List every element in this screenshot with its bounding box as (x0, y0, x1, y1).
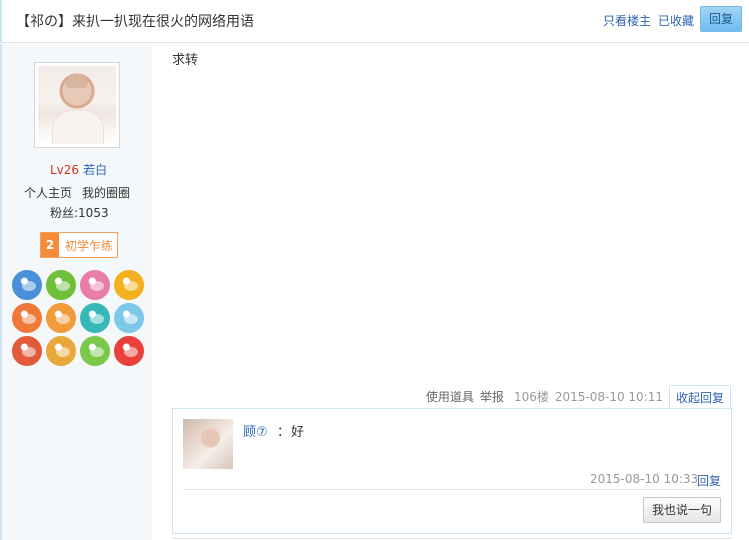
use-tool-link[interactable]: 使用道具 (426, 385, 474, 409)
duck-badge-icon[interactable] (114, 303, 144, 333)
circle-link[interactable]: 我的圈圈 (82, 186, 130, 200)
divider (172, 538, 732, 539)
comment-colon: ： (277, 425, 291, 440)
report-link[interactable]: 举报 (480, 385, 504, 409)
post-time: 2015-08-10 10:11 (554, 390, 663, 404)
rank-badge[interactable]: 2 初学乍练 (40, 232, 118, 258)
home-link[interactable]: 个人主页 (24, 186, 72, 200)
thread-header: 【祁の】来扒一扒现在很火的网络用语 只看楼主 已收藏 回复 (0, 0, 749, 43)
favorited-link[interactable]: 已收藏 (658, 12, 694, 29)
author-sidebar: Lv26 若白 个人主页 我的圈圈 粉丝:1053 2 初学乍练 (0, 44, 152, 540)
fans-count: 粉丝:1053 (50, 206, 109, 220)
glasses-badge-icon[interactable] (12, 336, 42, 366)
commenter-avatar[interactable] (183, 419, 233, 469)
floor-number: 106楼 (513, 390, 549, 404)
ribbon-badge-icon[interactable] (114, 336, 144, 366)
comment-text: 好 (291, 425, 305, 440)
level-label[interactable]: Lv26 (50, 163, 79, 177)
miku-badge-icon[interactable] (80, 303, 110, 333)
notebook-badge-icon[interactable] (46, 336, 76, 366)
divider (183, 489, 721, 490)
heart-badge-icon[interactable] (114, 270, 144, 300)
author-name[interactable]: 若白 (83, 163, 107, 177)
reply-button[interactable]: 回复 (700, 6, 742, 32)
list-badge-icon[interactable] (46, 303, 76, 333)
author-level-line: Lv26 若白 (50, 161, 107, 178)
author-links: 个人主页 我的圈圈 (24, 184, 130, 201)
gift-badge-icon[interactable] (80, 270, 110, 300)
author-avatar[interactable] (34, 62, 120, 148)
post-text: 求转 (172, 53, 199, 68)
frog-badge-icon[interactable] (46, 270, 76, 300)
thread-title: 【祁の】来扒一扒现在很火的网络用语 (16, 14, 254, 30)
avatar-image (38, 66, 116, 144)
comment-time: 2015-08-10 10:33 (590, 472, 699, 486)
face-badge-icon[interactable] (80, 336, 110, 366)
reply-box: 顾⑦ ： 好 2015-08-10 10:33 回复 我也说一句 (172, 408, 732, 534)
say-something-button[interactable]: 我也说一句 (643, 497, 721, 523)
post-tail: 使用道具 举报 106楼 2015-08-10 10:11 收起回复 (426, 385, 731, 410)
commenter-name[interactable]: 顾⑦ (243, 421, 268, 440)
post-content: 求转 使用道具 举报 106楼 2015-08-10 10:11 收起回复 顾⑦ ： 好… (152, 44, 749, 540)
comment-reply-link[interactable]: 回复 (697, 472, 721, 489)
rank-number: 2 (41, 233, 59, 257)
rank-title: 初学乍练 (65, 239, 114, 253)
rocket-badge-icon[interactable] (12, 270, 42, 300)
bow-badge-icon[interactable] (12, 303, 42, 333)
badge-icon-grid (12, 270, 148, 366)
only-host-link[interactable]: 只看楼主 (603, 12, 651, 29)
collapse-replies-button[interactable]: 收起回复 (668, 385, 731, 410)
